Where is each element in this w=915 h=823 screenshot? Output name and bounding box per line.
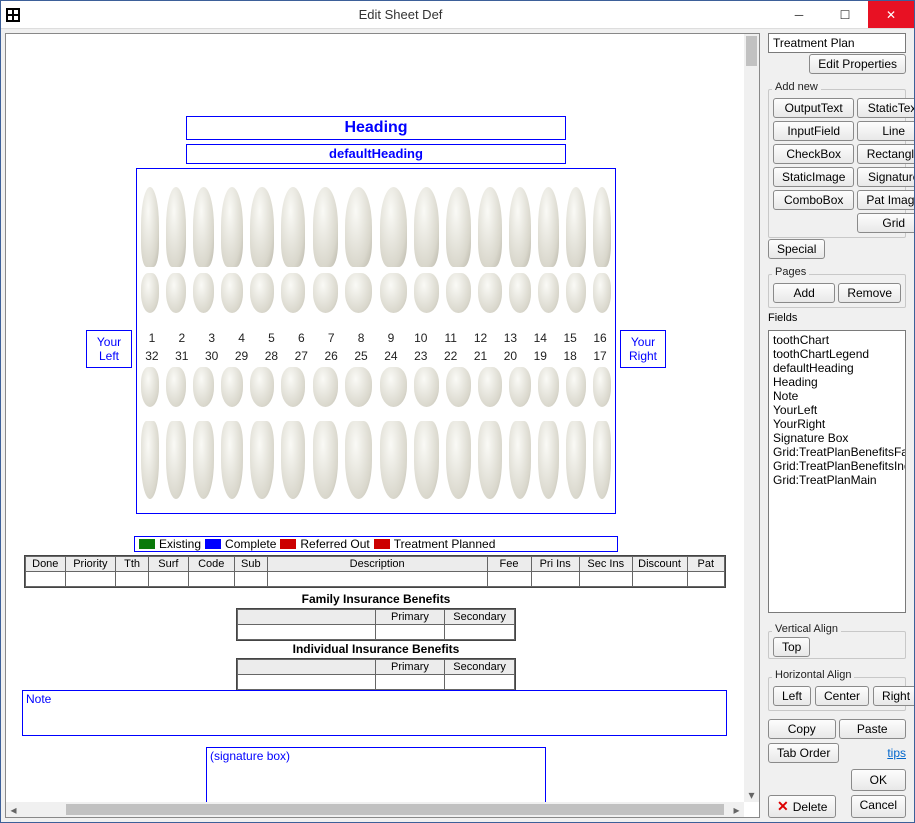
pages-label: Pages [772,266,809,278]
paste-button[interactable]: Paste [839,719,907,739]
addnew-line[interactable]: Line [857,121,914,141]
tooth-chart[interactable]: 12345678910111213141516 3231302928272625… [136,168,616,514]
addnew-staticimage[interactable]: StaticImage [773,167,854,187]
edit-properties-button[interactable]: Edit Properties [809,54,906,74]
tips-link[interactable]: tips [887,746,906,760]
your-right-field[interactable]: Your Right [620,330,666,368]
field-item[interactable]: Grid:TreatPlanBenefitsFamily [773,445,901,459]
remove-page-button[interactable]: Remove [838,283,901,303]
align-right-button[interactable]: Right [873,686,914,706]
addnew-statictext[interactable]: StaticText [857,98,914,118]
valign-group: Top [768,631,906,659]
app-icon [1,8,25,22]
addnew-rectangle[interactable]: Rectangle [857,144,914,164]
signature-box-field[interactable]: (signature box) [206,747,546,802]
fields-label: Fields [768,312,906,324]
delete-icon: ✕ [777,798,789,815]
halign-label: Horizontal Align [772,669,854,681]
addnew-pat-image[interactable]: Pat Image [857,190,914,210]
minimize-button[interactable]: ─ [776,1,822,28]
your-left-field[interactable]: Your Left [86,330,132,368]
treat-plan-main-grid[interactable]: DonePriorityTthSurfCodeSubDescriptionFee… [24,555,726,588]
add-new-group: OutputTextStaticTextInputFieldLineCheckB… [768,89,906,238]
individual-benefits-title: Individual Insurance Benefits [6,642,744,656]
add-new-label: Add new [772,81,821,93]
tooth-chart-legend[interactable]: Existing Complete Referred Out Treatment… [134,536,618,552]
field-item[interactable]: Heading [773,375,901,389]
horizontal-scrollbar[interactable]: ◂▸ [6,802,744,817]
addnew-signature[interactable]: Signature [857,167,914,187]
field-item[interactable]: Grid:TreatPlanBenefitsIndivid [773,459,901,473]
close-button[interactable]: ✕ [868,1,914,28]
pages-group: Add Remove [768,274,906,308]
addnew-combobox[interactable]: ComboBox [773,190,854,210]
field-item[interactable]: Note [773,389,901,403]
align-center-button[interactable]: Center [815,686,869,706]
field-item[interactable]: YourLeft [773,403,901,417]
side-panel: Edit Properties Add new OutputTextStatic… [760,33,910,818]
field-item[interactable]: toothChartLegend [773,347,901,361]
default-heading-field[interactable]: defaultHeading [186,144,566,164]
addnew-grid[interactable]: Grid [857,213,914,233]
field-item[interactable]: Signature Box [773,431,901,445]
halign-group: Left Center Right [768,677,906,711]
align-left-button[interactable]: Left [773,686,811,706]
field-item[interactable]: defaultHeading [773,361,901,375]
delete-button[interactable]: ✕Delete [768,795,836,818]
addnew-outputtext[interactable]: OutputText [773,98,854,118]
sheet-name-input[interactable] [768,33,906,53]
maximize-button[interactable]: ☐ [822,1,868,28]
tab-order-button[interactable]: Tab Order [768,743,839,763]
addnew-checkbox[interactable]: CheckBox [773,144,854,164]
add-page-button[interactable]: Add [773,283,835,303]
align-top-button[interactable]: Top [773,637,810,657]
window: Edit Sheet Def ─ ☐ ✕ Heading defaultHead… [0,0,915,823]
note-field[interactable]: Note [22,690,727,736]
special-button[interactable]: Special [768,239,825,259]
field-item[interactable]: toothChart [773,333,901,347]
window-title: Edit Sheet Def [25,7,776,22]
individual-benefits-grid[interactable]: PrimarySecondary [236,658,516,691]
ok-button[interactable]: OK [851,769,906,791]
valign-label: Vertical Align [772,623,841,635]
cancel-button[interactable]: Cancel [851,795,906,818]
design-canvas[interactable]: Heading defaultHeading Your Left Your Ri… [5,33,760,818]
vertical-scrollbar[interactable]: ▾ [744,34,759,802]
field-item[interactable]: Grid:TreatPlanMain [773,473,901,487]
titlebar: Edit Sheet Def ─ ☐ ✕ [1,1,914,29]
copy-button[interactable]: Copy [768,719,836,739]
family-benefits-grid[interactable]: PrimarySecondary [236,608,516,641]
fields-listbox[interactable]: toothCharttoothChartLegenddefaultHeading… [768,330,906,613]
field-item[interactable]: YourRight [773,417,901,431]
heading-field[interactable]: Heading [186,116,566,140]
addnew-inputfield[interactable]: InputField [773,121,854,141]
family-benefits-title: Family Insurance Benefits [6,592,744,606]
